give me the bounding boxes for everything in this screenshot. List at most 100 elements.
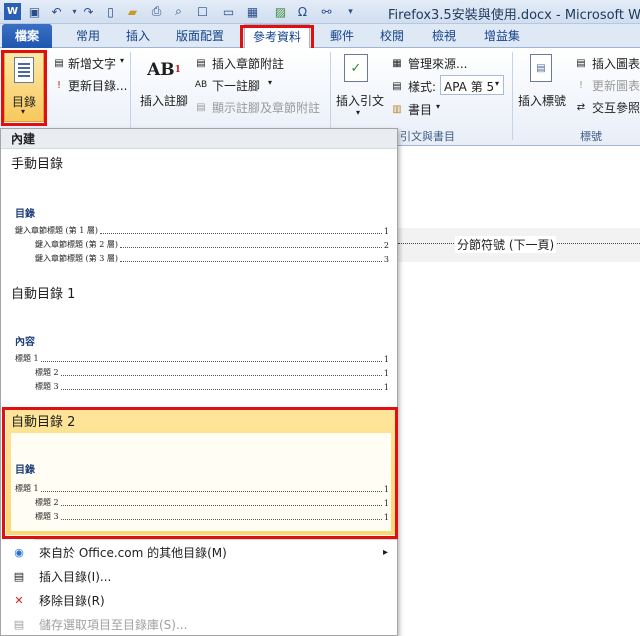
tab-mailings[interactable]: 郵件 — [322, 24, 362, 48]
show-notes-icon: ▤ — [196, 101, 206, 113]
toc-preview-page: 1 — [383, 383, 389, 392]
show-notes-button[interactable]: 顯示註腳及章節附註 — [212, 99, 320, 116]
toc-preview-line: 標題 3 1 — [35, 381, 389, 392]
tab-insert[interactable]: 插入 — [118, 24, 158, 48]
auto-toc-2-annotation — [2, 407, 398, 539]
tab-file[interactable]: 檔案 — [2, 24, 52, 48]
tab-page-layout[interactable]: 版面配置 — [168, 24, 232, 48]
chevron-down-icon: ▾ — [120, 56, 125, 65]
chevron-down-icon: ▾ — [495, 79, 500, 88]
bibliography-icon: ▥ — [392, 103, 402, 115]
hyperlink-icon[interactable]: ⚯ — [318, 3, 335, 20]
next-footnote-button[interactable]: 下一註腳 — [212, 77, 260, 94]
more-toc-office-com[interactable]: ◉ 來自於 Office.com 的其他目錄(M) ▸ — [1, 541, 397, 565]
chevron-down-icon: ▾ — [356, 108, 361, 117]
group-separator — [130, 52, 131, 140]
omega-symbol-icon[interactable]: Ω — [294, 3, 311, 20]
update-table-button[interactable]: 更新目錄... — [68, 77, 127, 94]
insert-caption-icon: ▤ — [530, 54, 552, 82]
toc-preview-page: 1 — [383, 369, 389, 378]
tab-addins[interactable]: 增益集 — [474, 24, 530, 48]
insert-table-icon[interactable]: ▦ — [244, 3, 261, 20]
insert-citation-button[interactable]: 插入引文 — [336, 92, 384, 109]
insert-caption-button[interactable]: 插入標號 — [518, 92, 566, 109]
update-table-icon: ! — [56, 79, 61, 91]
group-separator — [512, 52, 513, 140]
print-preview-icon[interactable]: ⌕ — [170, 3, 187, 20]
gallery-item-auto-toc-1[interactable]: 自動目錄 1 內容 標題 1 1 標題 2 1 標題 3 1 — [1, 279, 397, 405]
menu-separator — [35, 539, 397, 540]
insert-table-of-figures-icon: ▤ — [576, 57, 586, 69]
undo-icon[interactable]: ↶ — [48, 3, 65, 20]
group-label-citations: 引文與書目 — [400, 130, 455, 143]
tab-view[interactable]: 檢視 — [424, 24, 464, 48]
update-table-of-figures-icon: ! — [578, 79, 583, 91]
menu-item-label: 插入目錄(I)... — [39, 570, 112, 584]
style-dropdown-value: APA 第 5 — [444, 80, 495, 94]
insert-picture-icon[interactable]: ▨ — [272, 3, 289, 20]
new-document-icon[interactable]: ▯ — [102, 3, 119, 20]
tab-review[interactable]: 校閱 — [372, 24, 412, 48]
group-separator — [330, 52, 331, 140]
remove-toc[interactable]: ✕ 移除目錄(R) — [1, 589, 397, 613]
chevron-down-icon: ▾ — [436, 102, 441, 111]
print-icon[interactable]: ⎙ — [148, 3, 165, 20]
toc-preview-text: 標題 2 — [35, 368, 59, 377]
gallery-item-manual-toc[interactable]: 手動目錄 目錄 鍵入章節標題 (第 1 層) 1 鍵入章節標題 (第 2 層) 2 … — [1, 149, 397, 279]
title-bar: W ▣ ↶ ▾ ↷ ▯ ▰ ⎙ ⌕ ☐ ▭ ▦ ▨ Ω ⚯ ▾ Firefox3… — [0, 0, 640, 24]
window-title: Firefox3.5安裝與使用.docx - Microsoft Word — [388, 8, 640, 23]
borders-icon[interactable]: ▭ — [220, 3, 237, 20]
cross-reference-icon: ⇄ — [576, 101, 586, 113]
toc-preview-heading: 目錄 — [15, 209, 35, 220]
tab-home[interactable]: 常用 — [68, 24, 108, 48]
save-to-gallery-icon: ▤ — [13, 618, 25, 631]
insert-endnote-button[interactable]: 插入章節附註 — [212, 55, 284, 72]
toc-preview-text: 鍵入章節標題 (第 3 層) — [35, 254, 118, 263]
insert-table-of-figures-button[interactable]: 插入圖表 — [592, 55, 640, 72]
toc-preview-page: 2 — [383, 241, 389, 250]
insert-footnote-button[interactable]: 插入註腳 — [140, 92, 188, 109]
group-label-captions: 標號 — [580, 130, 602, 143]
manage-sources-icon: ▦ — [392, 57, 402, 69]
toc-preview-text: 標題 3 — [35, 382, 59, 391]
menu-item-label: 移除目錄(R) — [39, 594, 105, 608]
toc-preview-heading: 內容 — [15, 337, 35, 348]
toc-preview-line: 標題 1 1 — [15, 353, 389, 364]
insert-textbox-icon[interactable]: ☐ — [194, 3, 211, 20]
remove-toc-icon: ✕ — [14, 594, 24, 607]
word-app-icon[interactable]: W — [4, 3, 21, 20]
open-icon[interactable]: ▰ — [124, 3, 141, 20]
toc-preview-line: 鍵入章節標題 (第 1 層) 1 — [15, 225, 389, 236]
style-dropdown[interactable]: APA 第 5 ▾ — [440, 75, 504, 95]
next-footnote-icon: AB — [194, 80, 208, 90]
customize-toolbar-icon[interactable]: ▾ — [342, 3, 359, 20]
save-icon[interactable]: ▣ — [26, 3, 43, 20]
toc-preview-line: 標題 2 1 — [35, 367, 389, 378]
menu-item-label: 來自於 Office.com 的其他目錄(M) — [39, 546, 227, 560]
toc-preview-page: 1 — [383, 227, 389, 236]
gallery-header-builtin: 內建 — [1, 129, 397, 149]
gallery-item-title: 自動目錄 1 — [11, 287, 76, 302]
submenu-arrow-icon: ▸ — [383, 547, 389, 558]
gallery-item-title: 手動目錄 — [11, 157, 64, 172]
redo-icon[interactable]: ↷ — [80, 3, 97, 20]
add-text-button[interactable]: 新增文字 — [68, 55, 116, 72]
toc-preview-text: 鍵入章節標題 (第 2 層) — [35, 240, 118, 249]
toc-preview-line: 鍵入章節標題 (第 3 層) 3 — [35, 253, 389, 264]
toc-preview-text: 標題 1 — [15, 354, 39, 363]
cross-reference-button[interactable]: 交互參照 — [592, 99, 640, 116]
insert-citation-icon: ✓ — [344, 54, 368, 82]
insert-toc[interactable]: ▤ 插入目錄(I)... — [1, 565, 397, 589]
toc-dropdown-menu: 內建 手動目錄 目錄 鍵入章節標題 (第 1 層) 1 鍵入章節標題 (第 2 層… — [0, 128, 398, 636]
footnote-ab-icon: AB 1 — [147, 60, 181, 80]
office-com-icon: ◉ — [14, 546, 24, 559]
ribbon-tabs: 檔案 常用 插入 版面配置 參考資料 郵件 校閱 檢視 增益集 — [0, 24, 640, 49]
insert-toc-icon: ▤ — [13, 570, 25, 583]
manage-sources-button[interactable]: 管理來源... — [408, 55, 467, 72]
add-text-icon: ▤ — [54, 57, 64, 69]
save-selection-to-gallery[interactable]: ▤ 儲存選取項目至目錄庫(S)... — [1, 613, 397, 636]
update-table-of-figures-button[interactable]: 更新圖表 — [592, 77, 640, 94]
toc-preview-text: 鍵入章節標題 (第 1 層) — [15, 226, 98, 235]
style-label: 樣式: — [408, 80, 437, 94]
bibliography-button[interactable]: 書目 — [408, 101, 432, 118]
